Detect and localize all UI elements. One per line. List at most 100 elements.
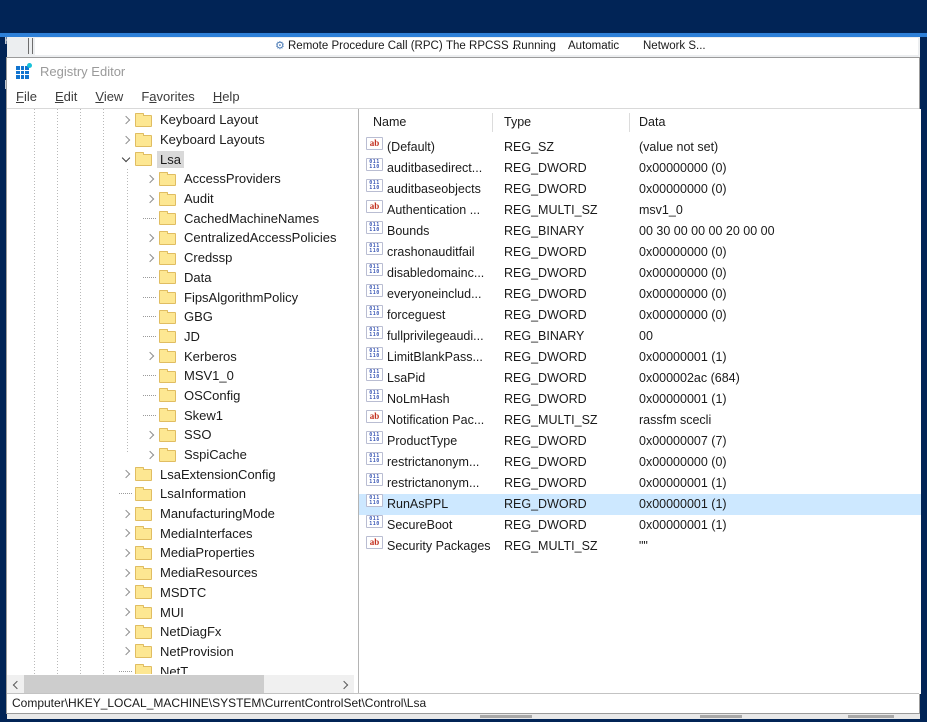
- title-bar[interactable]: Registry Editor: [7, 58, 919, 85]
- value-type: REG_DWORD: [504, 263, 624, 284]
- tree-item-gbg[interactable]: GBG: [7, 307, 337, 327]
- value-name: restrictanonym...: [387, 473, 491, 494]
- folder-icon: [135, 469, 152, 481]
- value-row-secureboot[interactable]: 011110SecureBootREG_DWORD0x00000001 (1): [359, 515, 921, 536]
- expand-chevron-icon[interactable]: [117, 530, 134, 536]
- tree-item-lsaextensionconfig[interactable]: LsaExtensionConfig: [7, 464, 337, 484]
- expand-chevron-icon[interactable]: [141, 196, 158, 202]
- value-row-auditbaseobjects[interactable]: 011110auditbaseobjectsREG_DWORD0x0000000…: [359, 179, 921, 200]
- tree-item-mediaresources[interactable]: MediaResources: [7, 563, 337, 583]
- folder-icon: [135, 115, 152, 127]
- tree-item-osconfig[interactable]: OSConfig: [7, 386, 337, 406]
- expand-chevron-icon[interactable]: [117, 471, 134, 477]
- tree-item-data[interactable]: Data: [7, 268, 337, 288]
- scroll-right-icon[interactable]: [337, 675, 354, 694]
- tree-item-kerberos[interactable]: Kerberos: [7, 346, 337, 366]
- expand-chevron-icon[interactable]: [141, 235, 158, 241]
- expand-chevron-icon[interactable]: [117, 117, 134, 123]
- tree-item-mediainterfaces[interactable]: MediaInterfaces: [7, 523, 337, 543]
- expand-chevron-icon[interactable]: [141, 452, 158, 458]
- folder-icon: [159, 410, 176, 422]
- folder-icon: [159, 272, 176, 284]
- tree-item-accessproviders[interactable]: AccessProviders: [7, 169, 337, 189]
- expand-chevron-icon[interactable]: [117, 609, 134, 615]
- service-row-rpc[interactable]: ⚙ Remote Procedure Call (RPC) The RPCSS …: [35, 38, 918, 55]
- value-row-authentication-[interactable]: abAuthentication ...REG_MULTI_SZmsv1_0: [359, 200, 921, 221]
- folder-icon: [159, 312, 176, 324]
- value-type: REG_DWORD: [504, 242, 624, 263]
- value-row-limitblankpass-[interactable]: 011110LimitBlankPass...REG_DWORD0x000000…: [359, 347, 921, 368]
- tree-item-msdtc[interactable]: MSDTC: [7, 583, 337, 603]
- powershell-terminal[interactable]: PS C:\Temp> Set-ItemProperty -Path "HKLM…: [0, 0, 927, 33]
- tree-horizontal-scrollbar[interactable]: [7, 675, 354, 694]
- column-separator[interactable]: [629, 113, 630, 132]
- tree-item-netdiagfx[interactable]: NetDiagFx: [7, 622, 337, 642]
- horizontal-scroll-thumb[interactable]: [24, 675, 264, 694]
- value-row-auditbasedirect-[interactable]: 011110auditbasedirect...REG_DWORD0x00000…: [359, 158, 921, 179]
- value-row-forceguest[interactable]: 011110forceguestREG_DWORD0x00000000 (0): [359, 305, 921, 326]
- expand-chevron-icon[interactable]: [117, 550, 134, 556]
- tree-item-fipsalgorithmpolicy[interactable]: FipsAlgorithmPolicy: [7, 287, 337, 307]
- expand-chevron-icon[interactable]: [117, 648, 134, 654]
- tree-item-mediaproperties[interactable]: MediaProperties: [7, 543, 337, 563]
- tree-item-nett[interactable]: NetT: [7, 661, 337, 674]
- value-type: REG_SZ: [504, 137, 624, 158]
- tree-item-keyboard-layout[interactable]: Keyboard Layout: [7, 110, 337, 130]
- column-header-data[interactable]: Data: [639, 109, 665, 135]
- expand-chevron-icon[interactable]: [141, 176, 158, 182]
- tree-item-sspicache[interactable]: SspiCache: [7, 445, 337, 465]
- tree-item-mui[interactable]: MUI: [7, 602, 337, 622]
- tree-item-label: NetT: [157, 663, 191, 674]
- tree-item-netprovision[interactable]: NetProvision: [7, 642, 337, 662]
- tree-item-cachedmachinenames[interactable]: CachedMachineNames: [7, 208, 337, 228]
- value-row-producttype[interactable]: 011110ProductTypeREG_DWORD0x00000007 (7): [359, 431, 921, 452]
- tree-item-centralizedaccesspolicies[interactable]: CentralizedAccessPolicies: [7, 228, 337, 248]
- tree-item-msv1-0[interactable]: MSV1_0: [7, 366, 337, 386]
- expand-chevron-icon[interactable]: [117, 511, 134, 517]
- tree-item-label: GBG: [181, 308, 216, 325]
- tree-item-manufacturingmode[interactable]: ManufacturingMode: [7, 504, 337, 524]
- tree-item-jd[interactable]: JD: [7, 327, 337, 347]
- column-header-name[interactable]: Name: [373, 109, 406, 135]
- tree-item-lsa[interactable]: Lsa: [7, 149, 337, 169]
- menu-item-favorites[interactable]: Favorites: [132, 85, 203, 108]
- folder-icon: [135, 154, 152, 166]
- folder-icon: [159, 390, 176, 402]
- collapse-chevron-icon[interactable]: [117, 157, 134, 161]
- tree-item-skew1[interactable]: Skew1: [7, 405, 337, 425]
- value-row-fullprivilegeaudi-[interactable]: 011110fullprivilegeaudi...REG_BINARY00: [359, 326, 921, 347]
- menu-item-help[interactable]: Help: [204, 85, 249, 108]
- tree-item-keyboard-layouts[interactable]: Keyboard Layouts: [7, 130, 337, 150]
- value-row-nolmhash[interactable]: 011110NoLmHashREG_DWORD0x00000001 (1): [359, 389, 921, 410]
- menu-item-file[interactable]: File: [7, 85, 46, 108]
- tree-item-credssp[interactable]: Credssp: [7, 248, 337, 268]
- value-row-lsapid[interactable]: 011110LsaPidREG_DWORD0x000002ac (684): [359, 368, 921, 389]
- value-row-bounds[interactable]: 011110BoundsREG_BINARY00 30 00 00 00 20 …: [359, 221, 921, 242]
- value-row-everyoneinclud-[interactable]: 011110everyoneinclud...REG_DWORD0x000000…: [359, 284, 921, 305]
- value-row-disabledomainc-[interactable]: 011110disabledomainc...REG_DWORD0x000000…: [359, 263, 921, 284]
- value-row-restrictanonym-[interactable]: 011110restrictanonym...REG_DWORD0x000000…: [359, 452, 921, 473]
- scroll-left-icon[interactable]: [7, 675, 24, 694]
- value-row-security-packages[interactable]: abSecurity PackagesREG_MULTI_SZ"": [359, 536, 921, 557]
- value-type: REG_DWORD: [504, 473, 624, 494]
- tree-item-audit[interactable]: Audit: [7, 189, 337, 209]
- expand-chevron-icon[interactable]: [117, 570, 134, 576]
- tree-item-sso[interactable]: SSO: [7, 425, 337, 445]
- expand-chevron-icon[interactable]: [117, 629, 134, 635]
- value-row--default-[interactable]: ab(Default)REG_SZ(value not set): [359, 137, 921, 158]
- value-row-crashonauditfail[interactable]: 011110crashonauditfailREG_DWORD0x0000000…: [359, 242, 921, 263]
- column-header-type[interactable]: Type: [504, 109, 531, 135]
- tree-item-lsainformation[interactable]: LsaInformation: [7, 484, 337, 504]
- value-row-notification-pac-[interactable]: abNotification Pac...REG_MULTI_SZrassfm …: [359, 410, 921, 431]
- expand-chevron-icon[interactable]: [117, 589, 134, 595]
- value-row-restrictanonym-[interactable]: 011110restrictanonym...REG_DWORD0x000000…: [359, 473, 921, 494]
- expand-chevron-icon[interactable]: [141, 432, 158, 438]
- value-row-runasppl[interactable]: 011110RunAsPPLREG_DWORD0x00000001 (1): [359, 494, 921, 515]
- expand-chevron-icon[interactable]: [141, 255, 158, 261]
- value-type: REG_DWORD: [504, 452, 624, 473]
- menu-item-view[interactable]: View: [86, 85, 132, 108]
- menu-item-edit[interactable]: Edit: [46, 85, 86, 108]
- expand-chevron-icon[interactable]: [141, 353, 158, 359]
- column-separator[interactable]: [492, 113, 493, 132]
- expand-chevron-icon[interactable]: [117, 137, 134, 143]
